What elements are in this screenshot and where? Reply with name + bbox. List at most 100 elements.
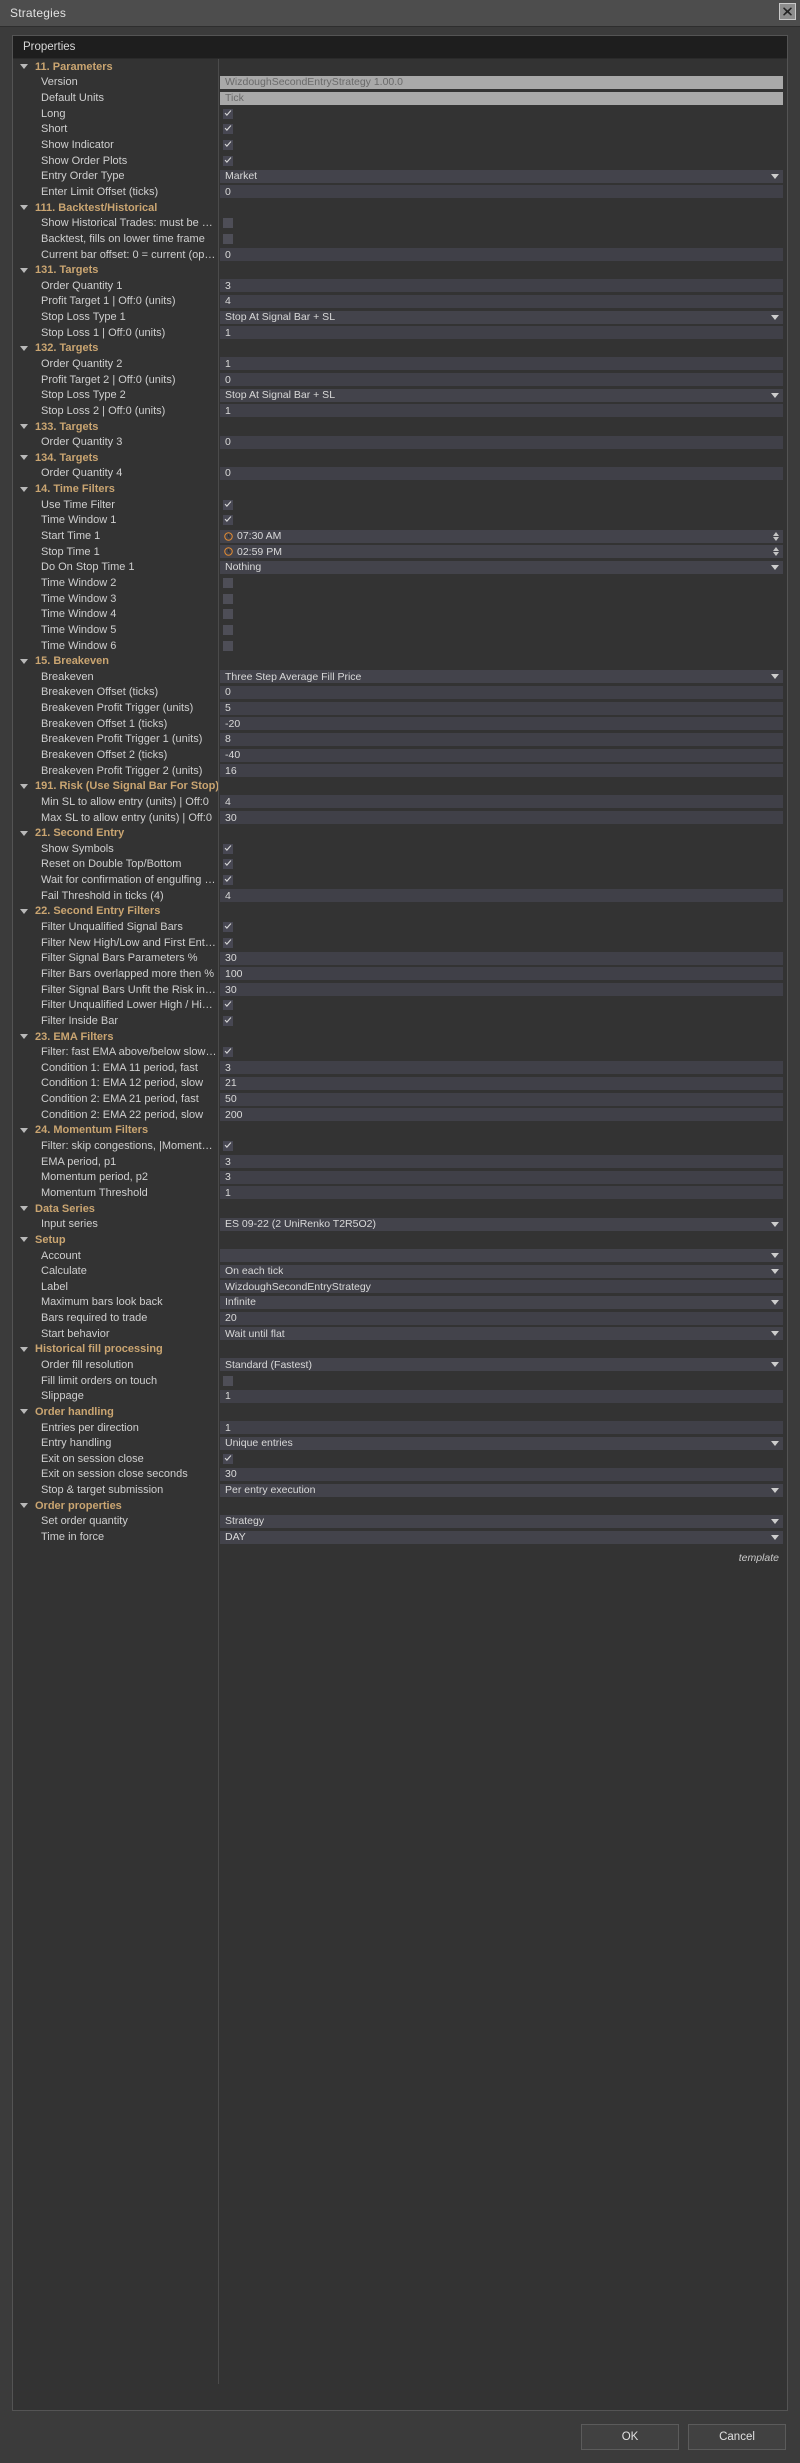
text-input-breakeven-profit-trigger-1-units[interactable]: 8 [220,732,783,746]
chevron-down-icon[interactable] [771,173,779,179]
section-header-11-parameters[interactable]: 11. Parameters [13,59,787,75]
text-input-condition-2-ema-22-period-slow[interactable]: 200 [220,1108,783,1122]
chevron-down-icon[interactable] [771,392,779,398]
chevron-down-icon[interactable] [771,1487,779,1493]
text-input-min-sl-to-allow-entry-units-off-0[interactable]: 4 [220,795,783,809]
chevron-down-icon[interactable] [771,1362,779,1368]
text-input-ema-period-p1[interactable]: 3 [220,1155,783,1169]
chevron-down-icon[interactable] [771,674,779,680]
text-input-enter-limit-offset-ticks[interactable]: 0 [220,185,783,199]
text-input-slippage[interactable]: 1 [220,1389,783,1403]
ok-button[interactable]: OK [581,2424,679,2450]
stepper-down-icon[interactable] [773,552,779,557]
text-input-breakeven-profit-trigger-2-units[interactable]: 16 [220,764,783,778]
dropdown-breakeven[interactable]: Three Step Average Fill Price [220,670,783,684]
section-header-131-targets[interactable]: 131. Targets [13,262,787,278]
caret-down-icon[interactable] [20,205,28,211]
caret-down-icon[interactable] [20,424,28,430]
dropdown-do-on-stop-time-1[interactable]: Nothing [220,560,783,574]
section-header-14-time-filters[interactable]: 14. Time Filters [13,481,787,497]
checkbox-checked-filter-fast-ema-above-below-slow-ema-for-long-sh[interactable] [223,1047,233,1058]
text-input-breakeven-offset-2-ticks[interactable]: -40 [220,748,783,762]
dropdown-order-fill-resolution[interactable]: Standard (Fastest) [220,1358,783,1372]
section-header-23-ema-filters[interactable]: 23. EMA Filters [13,1029,787,1045]
section-header-191-risk-use-signal-bar-for-stop[interactable]: 191. Risk (Use Signal Bar For Stop) [13,778,787,794]
checkbox-checked-show-symbols[interactable] [223,843,233,854]
caret-down-icon[interactable] [20,455,28,461]
dropdown-calculate[interactable]: On each tick [220,1264,783,1278]
section-header-order-handling[interactable]: Order handling [13,1404,787,1420]
caret-down-icon[interactable] [20,830,28,836]
checkbox-time-window-5[interactable] [223,624,233,635]
checkbox-time-window-4[interactable] [223,609,233,620]
text-input-bars-required-to-trade[interactable]: 20 [220,1311,783,1325]
caret-down-icon[interactable] [20,658,28,664]
caret-down-icon[interactable] [20,64,28,70]
dropdown-maximum-bars-look-back[interactable]: Infinite [220,1295,783,1309]
text-input-entries-per-direction[interactable]: 1 [220,1421,783,1435]
text-input-stop-loss-1-off-0-units[interactable]: 1 [220,326,783,340]
close-icon[interactable] [779,3,796,20]
dropdown-stop-loss-type-2[interactable]: Stop At Signal Bar + SL [220,388,783,402]
checkbox-checked-wait-for-confirmation-of-engulfing-bar[interactable] [223,875,233,886]
checkbox-checked-long[interactable] [223,108,233,119]
dropdown-time-in-force[interactable]: DAY [220,1530,783,1544]
text-input-filter-bars-overlapped-more-then[interactable]: 100 [220,967,783,981]
checkbox-checked-use-time-filter[interactable] [223,499,233,510]
text-input-current-bar-offset-0-current-open-bar-1-previous[interactable]: 0 [220,248,783,261]
chevron-down-icon[interactable] [771,1221,779,1227]
chevron-down-icon[interactable] [771,314,779,320]
section-header-132-targets[interactable]: 132. Targets [13,341,787,357]
text-input-filter-signal-bars-unfit-the-risk-in-points-3-0[interactable]: 30 [220,983,783,997]
caret-down-icon[interactable] [20,783,28,789]
section-header-setup[interactable]: Setup [13,1232,787,1248]
section-header-historical-fill-processing[interactable]: Historical fill processing [13,1342,787,1358]
text-input-breakeven-offset-ticks[interactable]: 0 [220,685,783,699]
section-header-22-second-entry-filters[interactable]: 22. Second Entry Filters [13,904,787,920]
caret-down-icon[interactable] [20,267,28,273]
checkbox-checked-time-window-1[interactable] [223,515,233,526]
caret-down-icon[interactable] [20,1034,28,1040]
checkbox-backtest-fills-on-lower-time-frame[interactable] [223,233,233,244]
checkbox-checked-filter-unqualified-signal-bars[interactable] [223,922,233,933]
checkbox-time-window-6[interactable] [223,640,233,651]
checkbox-checked-reset-on-double-top-bottom[interactable] [223,859,233,870]
text-input-label[interactable]: WizdoughSecondEntryStrategy [220,1280,783,1294]
chevron-down-icon[interactable] [771,1331,779,1337]
time-stepper[interactable] [773,531,779,541]
text-input-order-quantity-3[interactable]: 0 [220,435,783,449]
text-input-condition-1-ema-12-period-slow[interactable]: 21 [220,1076,783,1090]
section-header-133-targets[interactable]: 133. Targets [13,419,787,435]
checkbox-fill-limit-orders-on-touch[interactable] [223,1375,233,1386]
caret-down-icon[interactable] [20,1206,28,1212]
chevron-down-icon[interactable] [771,1440,779,1446]
time-stepper[interactable] [773,547,779,557]
checkbox-checked-filter-skip-congestions-momentum-ema-p1-p2-th[interactable] [223,1141,233,1152]
text-input-order-quantity-4[interactable]: 0 [220,466,783,480]
caret-down-icon[interactable] [20,1346,28,1352]
cancel-button[interactable]: Cancel [688,2424,786,2450]
text-input-profit-target-1-off-0-units[interactable]: 4 [220,294,783,308]
checkbox-checked-filter-unqualified-lower-high-higher-low-signal-[interactable] [223,1000,233,1011]
text-input-breakeven-profit-trigger-units[interactable]: 5 [220,701,783,715]
dropdown-start-behavior[interactable]: Wait until flat [220,1327,783,1341]
caret-down-icon[interactable] [20,1503,28,1509]
section-header-15-breakeven[interactable]: 15. Breakeven [13,653,787,669]
checkbox-show-historical-trades-must-be-on-in-optimizer[interactable] [223,218,233,229]
section-header-data-series[interactable]: Data Series [13,1201,787,1217]
stepper-up-icon[interactable] [773,547,779,552]
caret-down-icon[interactable] [20,345,28,351]
chevron-down-icon[interactable] [771,1518,779,1524]
template-label[interactable]: template [739,1552,779,1564]
stepper-down-icon[interactable] [773,536,779,541]
text-input-condition-2-ema-21-period-fast[interactable]: 50 [220,1092,783,1106]
chevron-down-icon[interactable] [771,564,779,570]
chevron-down-icon[interactable] [771,1534,779,1540]
checkbox-checked-filter-new-high-low-and-first-entry-w-o-second-e[interactable] [223,937,233,948]
caret-down-icon[interactable] [20,1409,28,1415]
text-input-filter-signal-bars-parameters[interactable]: 30 [220,951,783,965]
caret-down-icon[interactable] [20,486,28,492]
checkbox-checked-show-order-plots[interactable] [223,155,233,166]
section-header-24-momentum-filters[interactable]: 24. Momentum Filters [13,1123,787,1139]
chevron-down-icon[interactable] [771,1268,779,1274]
